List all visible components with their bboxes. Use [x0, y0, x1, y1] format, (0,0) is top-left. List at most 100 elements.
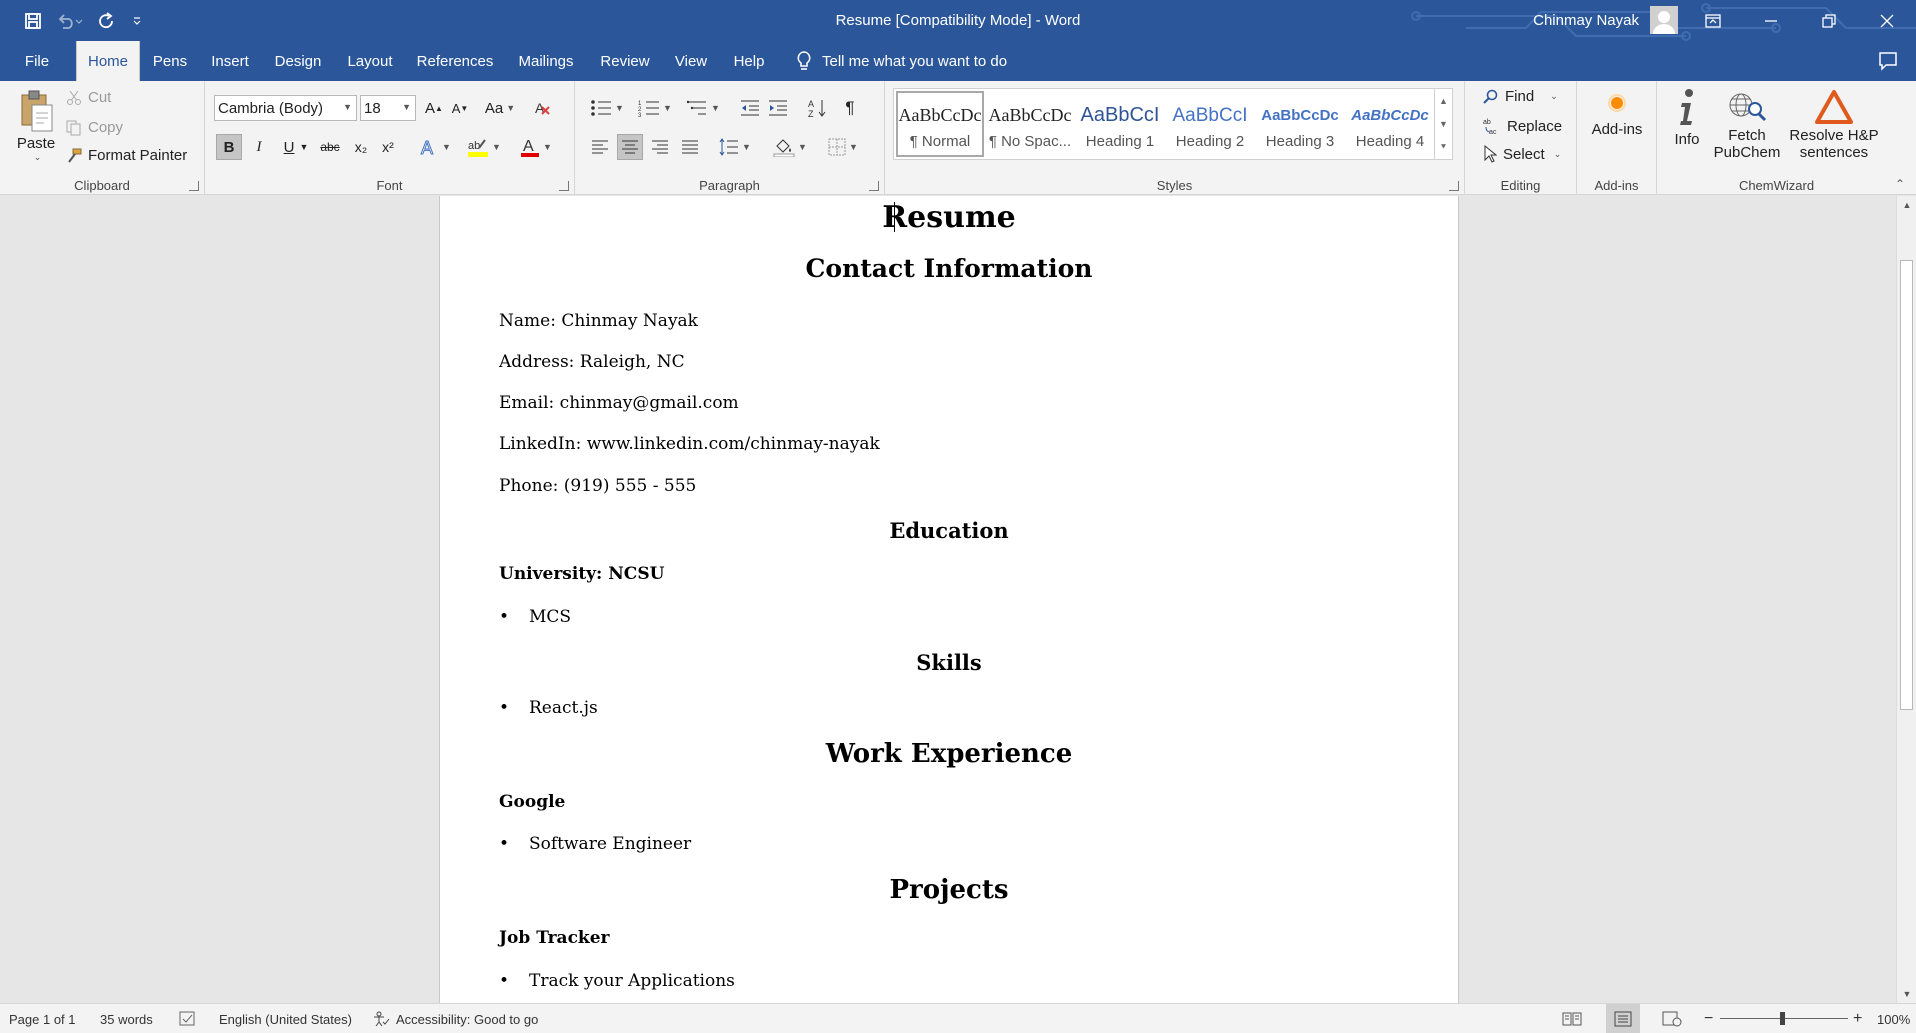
contact-email[interactable]: Email: chinmay@gmail.com	[499, 393, 739, 413]
align-left-icon[interactable]	[587, 134, 613, 160]
clipboard-launcher-icon[interactable]	[189, 181, 199, 191]
style-heading-2[interactable]: AaBbCcI Heading 2	[1166, 91, 1254, 157]
cut-button[interactable]: Cut	[66, 89, 111, 106]
resolve-hp-button[interactable]: Resolve H&P sentences	[1785, 87, 1883, 161]
tab-references[interactable]: References	[412, 41, 498, 81]
style-heading-3[interactable]: AaBbCcDc Heading 3	[1256, 91, 1344, 157]
highlight-button[interactable]: ab ▼	[463, 134, 505, 160]
print-layout-icon[interactable]	[1606, 1004, 1640, 1033]
accessibility-checker[interactable]: Accessibility: Good to go	[372, 1004, 538, 1033]
vertical-scrollbar[interactable]: ▲ ▼	[1896, 196, 1916, 1003]
projects-heading[interactable]: Projects	[440, 875, 1458, 905]
page-count[interactable]: Page 1 of 1	[9, 1004, 76, 1033]
replace-button[interactable]: ab ac Replace	[1483, 117, 1562, 136]
superscript-button[interactable]: x²	[375, 134, 401, 160]
undo-icon[interactable]	[48, 6, 92, 36]
tab-layout[interactable]: Layout	[341, 41, 399, 81]
font-size-chevron-down-icon[interactable]: ▼	[402, 102, 411, 112]
tab-view[interactable]: View	[669, 41, 713, 81]
font-name-chevron-down-icon[interactable]: ▼	[343, 102, 352, 112]
education-university[interactable]: University: NCSU	[499, 564, 664, 584]
styles-launcher-icon[interactable]	[1449, 181, 1459, 191]
customize-qat-icon[interactable]	[122, 6, 152, 36]
text-effects-button[interactable]: A ▼	[415, 134, 455, 160]
list-item[interactable]: • Software Engineer	[499, 834, 691, 854]
word-count[interactable]: 35 words	[100, 1004, 153, 1033]
paragraph-launcher-icon[interactable]	[869, 181, 879, 191]
format-painter-button[interactable]: Format Painter	[66, 147, 187, 164]
decrease-indent-icon[interactable]	[737, 95, 763, 121]
tab-insert[interactable]: Insert	[205, 41, 255, 81]
save-icon[interactable]	[18, 6, 48, 36]
read-mode-icon[interactable]	[1562, 1004, 1582, 1033]
copy-button[interactable]: Copy	[66, 119, 123, 136]
styles-scroll-down-icon[interactable]: ▼	[1439, 119, 1448, 129]
addins-button[interactable]: Add-ins	[1587, 93, 1647, 138]
show-formatting-marks-icon[interactable]: ¶	[837, 95, 863, 121]
contact-phone[interactable]: Phone: (919) 555 - 555	[499, 476, 696, 496]
scroll-up-icon[interactable]: ▲	[1897, 196, 1916, 214]
minimize-icon[interactable]	[1742, 0, 1800, 41]
style-normal[interactable]: AaBbCcDc ¶ Normal	[896, 91, 984, 157]
work-heading[interactable]: Work Experience	[440, 739, 1458, 769]
bold-button[interactable]: B	[216, 134, 242, 160]
grow-font-button[interactable]: A ▲	[421, 95, 447, 121]
select-chevron-down-icon[interactable]: ⌄	[1554, 149, 1562, 160]
project-name[interactable]: Job Tracker	[499, 928, 609, 948]
style-heading-4[interactable]: AaBbCcDc Heading 4	[1346, 91, 1434, 157]
sort-icon[interactable]: AZ	[805, 95, 831, 121]
strikethrough-button[interactable]: abc	[315, 134, 345, 160]
fetch-pubchem-button[interactable]: Fetch PubChem	[1713, 87, 1781, 161]
ribbon-display-options-icon[interactable]	[1684, 0, 1742, 41]
zoom-in-icon[interactable]: +	[1853, 1004, 1862, 1033]
styles-more-icon[interactable]: ⯆	[1440, 142, 1447, 153]
style-no-spacing[interactable]: AaBbCcDc ¶ No Spac...	[986, 91, 1074, 157]
contact-name[interactable]: Name: Chinmay Nayak	[499, 311, 698, 331]
avatar[interactable]	[1650, 6, 1678, 34]
proofing-icon[interactable]	[179, 1004, 197, 1033]
font-color-button[interactable]: A ▼	[515, 134, 557, 160]
paste-button[interactable]: Paste ⌄	[16, 89, 56, 163]
comments-icon[interactable]	[1878, 51, 1898, 75]
tab-review[interactable]: Review	[594, 41, 656, 81]
info-button[interactable]: Info	[1667, 87, 1707, 148]
web-layout-icon[interactable]	[1662, 1004, 1682, 1033]
align-center-icon[interactable]	[617, 134, 643, 160]
font-launcher-icon[interactable]	[559, 181, 569, 191]
education-heading[interactable]: Education	[440, 518, 1458, 543]
bullets-button[interactable]: ▼	[587, 95, 627, 121]
font-size-combo[interactable]: 18 ▼	[360, 95, 416, 121]
tab-design[interactable]: Design	[268, 41, 328, 81]
list-item[interactable]: • React.js	[499, 698, 598, 718]
tab-home[interactable]: Home	[76, 41, 140, 81]
numbering-button[interactable]: 1 2 3 ▼	[635, 95, 675, 121]
contact-address[interactable]: Address: Raleigh, NC	[499, 352, 685, 372]
scrollbar-thumb[interactable]	[1900, 260, 1913, 710]
list-item[interactable]: • MCS	[499, 607, 571, 627]
subscript-button[interactable]: x₂	[348, 134, 374, 160]
document-page[interactable]: Resume Contact Information Name: Chinmay…	[439, 196, 1459, 1003]
list-item[interactable]: • Track your Applications	[499, 971, 735, 991]
restore-icon[interactable]	[1800, 0, 1858, 41]
tab-mailings[interactable]: Mailings	[511, 41, 581, 81]
underline-chevron-down-icon[interactable]: ▼	[297, 134, 311, 160]
select-button[interactable]: Select ⌄	[1483, 145, 1561, 163]
align-right-icon[interactable]	[647, 134, 673, 160]
zoom-level[interactable]: 100%	[1877, 1004, 1910, 1033]
tab-help[interactable]: Help	[726, 41, 772, 81]
style-heading-1[interactable]: AaBbCcI Heading 1	[1076, 91, 1164, 157]
find-chevron-down-icon[interactable]: ⌄	[1550, 91, 1558, 102]
tell-me-search[interactable]: Tell me what you want to do	[796, 41, 1007, 81]
paste-chevron-down-icon[interactable]: ⌄	[34, 152, 42, 163]
document-area[interactable]: Resume Contact Information Name: Chinmay…	[0, 196, 1896, 1003]
zoom-slider-thumb[interactable]	[1780, 1012, 1785, 1025]
redo-icon[interactable]	[92, 6, 122, 36]
italic-button[interactable]: I	[246, 134, 272, 160]
document-title[interactable]: Resume	[440, 200, 1458, 235]
scroll-down-icon[interactable]: ▼	[1897, 985, 1916, 1003]
contact-linkedin[interactable]: LinkedIn: www.linkedin.com/chinmay-nayak	[499, 434, 880, 454]
clear-formatting-icon[interactable]: A	[530, 95, 556, 121]
work-company[interactable]: Google	[499, 792, 565, 812]
find-button[interactable]: Find ⌄	[1483, 88, 1558, 105]
change-case-button[interactable]: Aa ▼	[480, 95, 520, 121]
